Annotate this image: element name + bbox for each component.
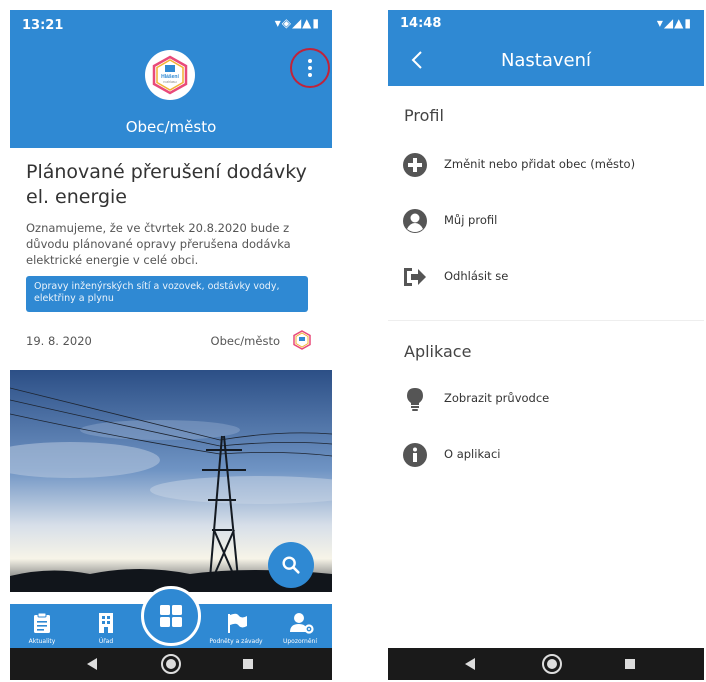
building-icon: [99, 613, 113, 633]
overflow-menu-button[interactable]: [290, 48, 330, 88]
status-bar: 14:48 ▾◢▲▮: [388, 10, 704, 38]
user-circle-icon: [403, 209, 427, 233]
settings-header: 14:48 ▾◢▲▮ Nastavení: [388, 10, 704, 86]
system-navigation-bar: [10, 648, 332, 680]
info-circle-icon: [403, 443, 427, 467]
news-date: 19. 8. 2020: [26, 334, 92, 348]
system-back-button[interactable]: [450, 648, 490, 680]
category-tag[interactable]: Opravy inženýrských sítí a vozovek, odst…: [26, 276, 308, 312]
news-source: Obec/město: [210, 334, 280, 348]
source-logo-icon: [293, 330, 311, 350]
clipboard-icon: [34, 612, 50, 633]
status-time: 13:21: [22, 18, 64, 33]
menu-item-logout[interactable]: Odhlásit se: [402, 262, 692, 292]
nav-label: Podněty a závady: [209, 638, 263, 645]
section-title-profil: Profil: [404, 106, 444, 125]
system-home-button[interactable]: [151, 648, 191, 680]
circle-home-icon: [542, 654, 562, 674]
triangle-back-icon: [465, 658, 475, 670]
page-title: Nastavení: [500, 50, 592, 71]
triangle-back-icon: [87, 658, 97, 670]
settings-screen: 14:48 ▾◢▲▮ Nastavení Profil Změnit nebo …: [388, 10, 704, 680]
home-grid-button[interactable]: [141, 586, 201, 646]
hexagon-logo-icon: Hlášení rozhlasu: [152, 55, 188, 95]
more-vertical-icon: [308, 59, 312, 77]
status-icons: ▾◈◢▲▮: [274, 16, 320, 30]
section-title-aplikace: Aplikace: [404, 342, 472, 361]
menu-item-label: O aplikaci: [444, 447, 501, 461]
menu-item-label: Můj profil: [444, 213, 498, 227]
grid-icon: [160, 605, 182, 627]
status-icons: ▾◢▲▮: [656, 16, 692, 30]
square-recents-icon: [625, 659, 635, 669]
news-body: Oznamujeme, že ve čtvrtek 20.8.2020 bude…: [26, 221, 291, 267]
user-settings-icon: [290, 613, 314, 634]
menu-item-label: Zobrazit průvodce: [444, 391, 550, 405]
nav-label: Aktuality: [28, 638, 56, 645]
status-bar: 13:21 ▾◈◢▲▮: [10, 10, 332, 38]
nav-tab-podnety[interactable]: Podněty a závady: [206, 604, 266, 648]
system-recents-button[interactable]: [610, 648, 650, 680]
system-recents-button[interactable]: [228, 648, 268, 680]
menu-item-about[interactable]: O aplikaci: [402, 440, 692, 470]
menu-item-my-profile[interactable]: Můj profil: [402, 206, 692, 236]
status-time: 14:48: [400, 16, 442, 31]
header-city-name: Obec/město: [125, 118, 217, 136]
square-recents-icon: [243, 659, 253, 669]
app-logo: Hlášení rozhlasu: [145, 50, 195, 100]
search-icon: [282, 556, 300, 574]
news-card[interactable]: Plánované přerušení dodávky el. energie …: [10, 148, 332, 370]
menu-item-change-city[interactable]: Změnit nebo přidat obec (město): [402, 150, 692, 180]
logo-wordmark-sub: rozhlasu: [163, 80, 176, 84]
system-home-button[interactable]: [532, 648, 572, 680]
search-button[interactable]: [268, 542, 314, 588]
flag-icon: [228, 613, 247, 633]
system-navigation-bar: [388, 648, 704, 680]
section-divider: [388, 320, 704, 321]
plus-circle-icon: [403, 153, 427, 177]
lightbulb-icon: [407, 388, 423, 411]
menu-item-show-guide[interactable]: Zobrazit průvodce: [402, 384, 692, 414]
news-title: Plánované přerušení dodávky el. energie: [26, 161, 307, 208]
nav-tab-aktuality[interactable]: Aktuality: [12, 604, 72, 648]
nav-label: Úřad: [98, 638, 114, 645]
menu-item-label: Odhlásit se: [444, 269, 509, 283]
nav-tab-upozorneni[interactable]: Upozornění: [270, 604, 330, 648]
circle-home-icon: [161, 654, 181, 674]
news-screen: 13:21 ▾◈◢▲▮ Hlášení rozhlasu Obec/město …: [10, 10, 332, 680]
menu-item-label: Změnit nebo přidat obec (město): [444, 157, 636, 171]
nav-label: Upozornění: [282, 638, 318, 645]
nav-tab-urad[interactable]: Úřad: [76, 604, 136, 648]
logout-icon: [404, 268, 426, 286]
system-back-button[interactable]: [72, 648, 112, 680]
app-header: 13:21 ▾◈◢▲▮ Hlášení rozhlasu Obec/město: [10, 10, 332, 148]
